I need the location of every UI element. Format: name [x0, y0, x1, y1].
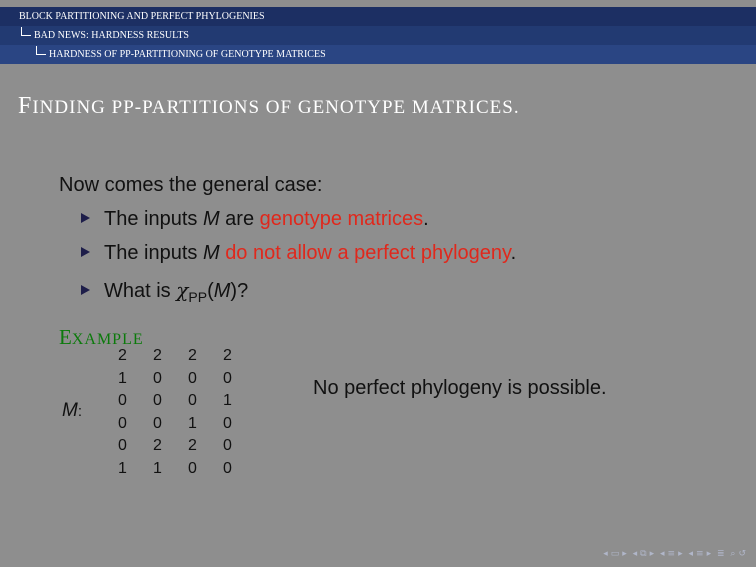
- bullet-item: The inputs M do not allow a perfect phyl…: [81, 242, 516, 265]
- matrix-cell: 0: [223, 414, 232, 432]
- matrix-cell: 0: [153, 369, 162, 387]
- align-icon[interactable]: ≣: [717, 549, 725, 559]
- headline-subsubsection-text: HARDNESS OF PP-PARTITIONING OF GENOTYPE …: [49, 49, 326, 60]
- nav-left-icon[interactable]: ◂: [603, 549, 608, 559]
- matrix-row: 1 0 0 0: [105, 368, 245, 391]
- headline-section-text: BLOCK PARTITIONING AND PERFECT PHYLOGENI…: [19, 11, 265, 22]
- matrix-cell: 0: [118, 437, 127, 455]
- matrix-cell: 1: [188, 414, 197, 432]
- nav-left-icon[interactable]: ◂: [633, 549, 638, 559]
- matrix-cell: 0: [223, 369, 232, 387]
- matrix-cell: 0: [188, 392, 197, 410]
- tree-corner-icon: [36, 46, 46, 55]
- nav-right-icon[interactable]: ▸: [650, 549, 655, 559]
- matrix-cell: 1: [223, 392, 232, 410]
- example-note: No perfect phylogeny is possible.: [313, 377, 607, 399]
- bullet-item: What is χPP(M)?: [81, 278, 248, 305]
- headline-section[interactable]: BLOCK PARTITIONING AND PERFECT PHYLOGENI…: [0, 7, 756, 26]
- matrix-cell: 0: [223, 437, 232, 455]
- highlight-text: do not allow a perfect phylogeny: [225, 242, 511, 264]
- matrix-cell: 2: [188, 437, 197, 455]
- matrix-row: 0 0 1 0: [105, 413, 245, 436]
- matrix-cell: 1: [118, 459, 127, 477]
- headline-subsection[interactable]: BAD NEWS: HARDNESS RESULTS: [0, 26, 756, 45]
- frame-title: FINDING PP-PARTITIONS OF GENOTYPE MATRIC…: [18, 93, 520, 119]
- bullet-triangle-icon: [81, 285, 90, 295]
- matrix-row: 0 0 0 1: [105, 390, 245, 413]
- back-icon[interactable]: ↺: [738, 549, 746, 559]
- matrix-cell: 0: [153, 392, 162, 410]
- headline-subsection-text: BAD NEWS: HARDNESS RESULTS: [34, 30, 189, 41]
- bullet-triangle-icon: [81, 213, 90, 223]
- tree-corner-icon: [21, 27, 31, 36]
- section-icon[interactable]: ≡: [696, 549, 704, 559]
- matrix-cell: 0: [118, 392, 127, 410]
- nav-right-icon[interactable]: ▸: [678, 549, 683, 559]
- matrix-cell: 2: [153, 347, 162, 365]
- intro-text: Now comes the general case:: [59, 174, 323, 196]
- highlight-text: genotype matrices: [259, 208, 424, 230]
- matrix-cell: 0: [153, 414, 162, 432]
- matrix-row: 1 1 0 0: [105, 458, 245, 481]
- matrix-cell: 2: [223, 347, 232, 365]
- matrix-cell: 0: [118, 414, 127, 432]
- search-icon[interactable]: ⌕: [730, 549, 735, 559]
- matrix-row: 0 2 2 0: [105, 435, 245, 458]
- nav-left-icon[interactable]: ◂: [660, 549, 665, 559]
- navigation-bar: ◂ ▭ ▸ ◂ ⧉ ▸ ◂ ≡ ▸ ◂ ≡ ▸ ≣ ⌕ ↺: [600, 549, 746, 559]
- subsection-icon[interactable]: ≡: [668, 549, 676, 559]
- nav-right-icon[interactable]: ▸: [622, 549, 627, 559]
- matrix-cell: 0: [188, 369, 197, 387]
- nav-right-icon[interactable]: ▸: [707, 549, 712, 559]
- bullet-triangle-icon: [81, 247, 90, 257]
- matrix-label: M:: [62, 400, 82, 421]
- frame-icon[interactable]: ▭: [611, 549, 620, 559]
- headline-subsubsection[interactable]: HARDNESS OF PP-PARTITIONING OF GENOTYPE …: [0, 45, 756, 64]
- slide-icon[interactable]: ⧉: [640, 549, 646, 559]
- matrix-cell: 2: [118, 347, 127, 365]
- matrix-cell: 2: [188, 347, 197, 365]
- nav-left-icon[interactable]: ◂: [689, 549, 694, 559]
- matrix-cell: 0: [188, 459, 197, 477]
- matrix-cell: 2: [153, 437, 162, 455]
- matrix-cell: 0: [223, 459, 232, 477]
- matrix-cell: 1: [118, 369, 127, 387]
- matrix-row: 2 2 2 2: [105, 345, 245, 368]
- matrix-cell: 1: [153, 459, 162, 477]
- bullet-item: The inputs M are genotype matrices.: [81, 208, 429, 231]
- genotype-matrix: 2 2 2 2 1 0 0 0 0 0 0 1 0 0 1 0 0 2 2 0 1 1 0 0: [105, 345, 245, 480]
